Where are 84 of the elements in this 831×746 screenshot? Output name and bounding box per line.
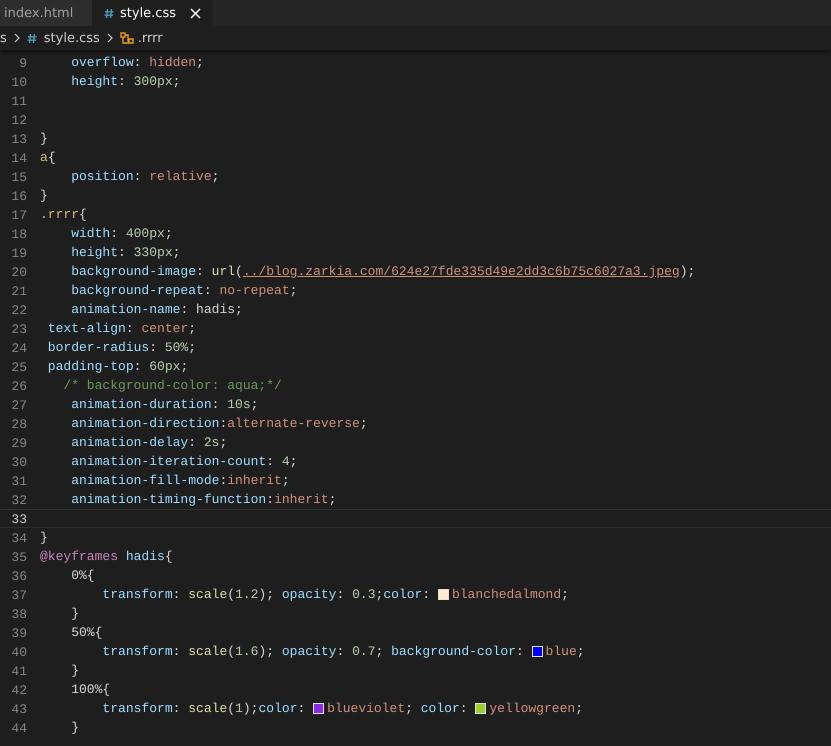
- code-line: animation-direction:alternate-reverse;: [70, 415, 368, 432]
- code-line: animation-name: hadis;: [70, 301, 243, 318]
- line-number: 29: [10, 435, 27, 451]
- line-number: 9: [18, 55, 27, 71]
- line-number: 31: [10, 473, 27, 489]
- color-swatch[interactable]: [313, 703, 324, 714]
- color-swatch[interactable]: [475, 703, 486, 714]
- code-line: transform: scale(1);color: blueviolet; color: yellowgreen;: [101, 700, 583, 717]
- line-number: 22: [10, 302, 27, 318]
- line-number: 20: [10, 264, 27, 280]
- line-number: 26: [10, 378, 27, 394]
- line-number: 37: [10, 587, 27, 603]
- code-line: animation-fill-mode:inherit;: [70, 472, 290, 489]
- line-number: 27: [10, 397, 27, 413]
- line-number: 33: [10, 511, 27, 527]
- code-line: transform: scale(1.2); opacity: 0.3;color: blanchedalmond;: [101, 586, 569, 603]
- code-line: }: [39, 187, 48, 204]
- code-line: transform: scale(1.6); opacity: 0.7; background-color: blue;: [101, 643, 585, 660]
- css-file-icon: [104, 8, 114, 18]
- line-number: 41: [10, 663, 27, 679]
- line-number: 18: [10, 226, 27, 242]
- editor-tab[interactable]: index.html: [0, 0, 92, 26]
- line-number: 34: [10, 530, 27, 546]
- chevron-icon: [106, 33, 113, 43]
- line-number: 35: [10, 549, 27, 565]
- line-number: 13: [10, 131, 27, 147]
- line-number: 32: [10, 492, 27, 508]
- code-line: animation-iteration-count: 4;: [70, 453, 298, 470]
- code-line: }: [39, 130, 48, 147]
- line-number: 38: [10, 606, 27, 622]
- line-number: 42: [10, 682, 27, 698]
- line-number: 14: [10, 150, 27, 166]
- code-line: a{: [39, 149, 56, 166]
- code-line: 100%{: [70, 681, 110, 698]
- breadcrumb-item[interactable]: s: [0, 30, 7, 46]
- code-line: width: 400px;: [70, 225, 173, 242]
- code-line: }: [70, 719, 80, 736]
- editor-tab[interactable]: style.css: [92, 0, 213, 26]
- code-line: 0%{: [70, 567, 95, 584]
- css-file-icon: [26, 32, 37, 44]
- close-icon[interactable]: [190, 8, 201, 18]
- code-line: padding-top: 60px;: [46, 358, 188, 375]
- breadcrumb-item[interactable]: .rrrr: [138, 30, 163, 46]
- line-number: 28: [10, 416, 27, 432]
- line-number: 44: [10, 720, 27, 736]
- code-line: }: [70, 605, 80, 622]
- breadcrumb-item[interactable]: style.css: [44, 30, 100, 46]
- symbol-icon: [120, 32, 135, 44]
- code-line: text-align: center;: [46, 320, 196, 337]
- line-number: 25: [10, 359, 27, 375]
- code-line: height: 300px;: [70, 73, 180, 90]
- line-number: 43: [10, 701, 27, 717]
- code-line: overflow: hidden;: [70, 54, 204, 71]
- code-line: height: 330px;: [70, 244, 180, 261]
- line-number: 17: [10, 207, 27, 223]
- line-number: 11: [10, 93, 27, 109]
- code-line: /* background-color: aqua;*/: [62, 377, 282, 394]
- line-number: 36: [10, 568, 27, 584]
- code-line: 50%{: [70, 624, 102, 641]
- line-number: 39: [10, 625, 27, 641]
- code-line: animation-duration: 10s;: [70, 396, 258, 413]
- color-swatch[interactable]: [532, 646, 543, 657]
- code-line: animation-delay: 2s;: [70, 434, 228, 451]
- line-number: 40: [10, 644, 27, 660]
- line-number: 21: [10, 283, 27, 299]
- color-swatch[interactable]: [438, 589, 449, 600]
- code-line: position: relative;: [70, 168, 220, 185]
- line-number: 10: [10, 74, 27, 90]
- line-number: 15: [10, 169, 27, 185]
- line-number: 19: [10, 245, 27, 261]
- code-line: }: [39, 529, 48, 546]
- line-number: 30: [10, 454, 27, 470]
- code-line: }: [70, 662, 80, 679]
- code-line: animation-timing-function:inherit;: [70, 491, 336, 508]
- code-line: border-radius: 50%;: [46, 339, 196, 356]
- chevron-icon: [14, 33, 20, 43]
- code-line: background-repeat: no-repeat;: [70, 282, 298, 299]
- line-number: 12: [10, 112, 27, 128]
- line-number: 23: [10, 321, 27, 337]
- code-line: background-image: url(../blog.zarkia.com/624e27fde335d49e2dd3c6b75c6027a3.jpeg);: [70, 263, 696, 280]
- code-line: @keyframes hadis{: [39, 548, 173, 565]
- line-number: 16: [10, 188, 27, 204]
- line-number: 24: [10, 340, 27, 356]
- code-line: .rrrr{: [39, 206, 87, 223]
